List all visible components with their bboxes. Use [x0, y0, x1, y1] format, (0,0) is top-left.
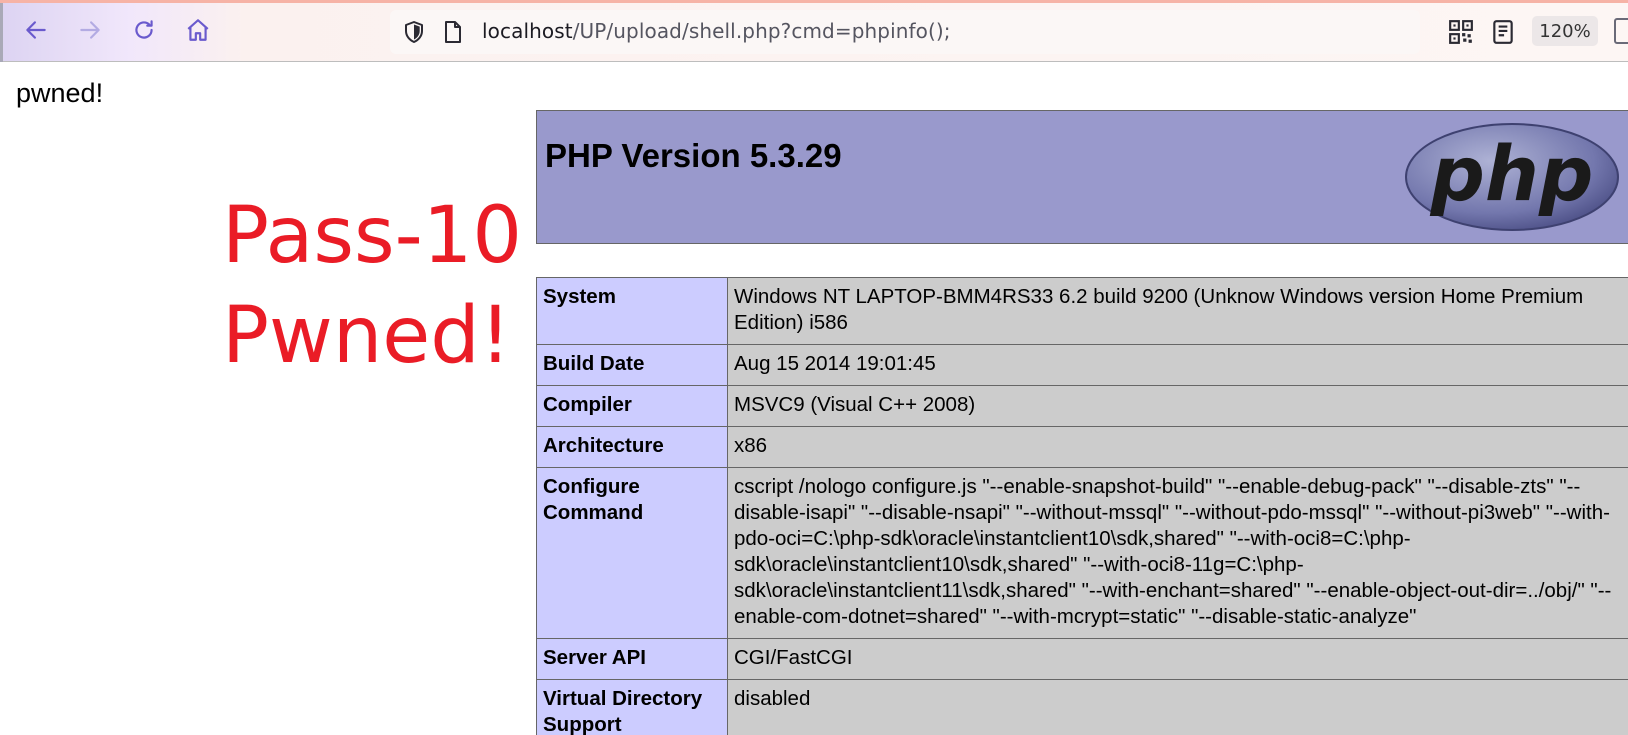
php-logo: php — [1405, 123, 1619, 231]
info-value: Windows NT LAPTOP-BMM4RS33 6.2 build 920… — [727, 277, 1628, 345]
info-row: Architecture x86 — [536, 426, 1628, 468]
info-row: System Windows NT LAPTOP-BMM4RS33 6.2 bui… — [536, 277, 1628, 345]
overlay-line-2: Pwned! — [222, 291, 512, 381]
pwned-message: pwned! — [16, 78, 104, 108]
info-value: disabled — [727, 679, 1628, 735]
tab-strip-accent — [0, 0, 1628, 3]
home-button[interactable] — [184, 16, 212, 44]
pass-overlay: Pass-10 Pwned! — [222, 186, 522, 386]
forward-button[interactable] — [76, 16, 104, 44]
phpinfo-table: System Windows NT LAPTOP-BMM4RS33 6.2 bui… — [536, 277, 1628, 735]
info-row: Configure Command cscript /nologo configu… — [536, 467, 1628, 639]
translate-icon[interactable] — [1614, 18, 1628, 44]
reload-button[interactable] — [130, 16, 158, 44]
page-icon[interactable] — [442, 20, 464, 44]
phpinfo-header: PHP Version 5.3.29 php — [536, 110, 1628, 244]
url-path: /UP/upload/shell.php?cmd=phpinfo(); — [572, 19, 951, 43]
reload-icon — [135, 20, 153, 39]
qr-code-icon[interactable] — [1448, 19, 1474, 45]
php-version-title: PHP Version 5.3.29 — [545, 137, 842, 174]
window-edge — [0, 3, 3, 62]
info-label: Configure Command — [536, 467, 728, 639]
zoom-level-button[interactable]: 120% — [1532, 16, 1598, 46]
back-button[interactable] — [22, 16, 50, 44]
info-label: Build Date — [536, 344, 728, 386]
address-bar[interactable]: localhost/UP/upload/shell.php?cmd=phpinf… — [390, 10, 1420, 54]
info-row: Virtual Directory Support disabled — [536, 679, 1628, 735]
arrow-right-icon — [80, 21, 100, 39]
info-label: Compiler — [536, 385, 728, 427]
info-value: Aug 15 2014 19:01:45 — [727, 344, 1628, 386]
info-row: Build Date Aug 15 2014 19:01:45 — [536, 344, 1628, 386]
shield-icon[interactable] — [402, 20, 426, 44]
info-row: Server API CGI/FastCGI — [536, 638, 1628, 680]
info-label: Virtual Directory Support — [536, 679, 728, 735]
php-logo-text: php — [1430, 129, 1594, 218]
info-value: MSVC9 (Visual C++ 2008) — [727, 385, 1628, 427]
info-row: Compiler MSVC9 (Visual C++ 2008) — [536, 385, 1628, 427]
reader-view-icon[interactable] — [1490, 19, 1516, 45]
url-text[interactable]: localhost/UP/upload/shell.php?cmd=phpinf… — [482, 19, 951, 43]
arrow-left-icon — [26, 21, 46, 39]
info-value: cscript /nologo configure.js "--enable-s… — [727, 467, 1628, 639]
info-label: System — [536, 277, 728, 345]
browser-toolbar: localhost/UP/upload/shell.php?cmd=phpinf… — [0, 0, 1628, 62]
url-host: localhost — [482, 19, 573, 43]
home-icon — [187, 19, 209, 41]
info-label: Architecture — [536, 426, 728, 468]
overlay-line-1: Pass-10 — [222, 191, 523, 281]
info-value: CGI/FastCGI — [727, 638, 1628, 680]
info-value: x86 — [727, 426, 1628, 468]
info-label: Server API — [536, 638, 728, 680]
